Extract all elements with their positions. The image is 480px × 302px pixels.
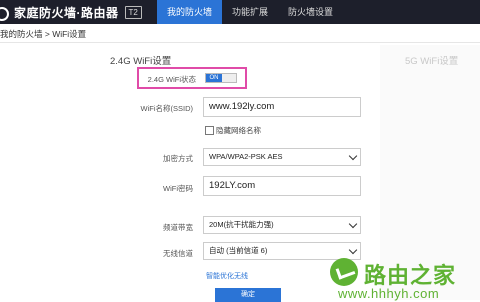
tab-extensions[interactable]: 功能扩展 bbox=[222, 0, 278, 24]
tab-my-firewall[interactable]: 我的防火墙 bbox=[157, 0, 223, 24]
brand-logo-icon bbox=[0, 5, 10, 21]
brand: 家庭防火墙·路由器 T2 bbox=[0, 3, 142, 21]
smart-optimize-link[interactable]: 智能优化无线 bbox=[206, 271, 248, 281]
bandwidth-label: 频道带宽 bbox=[163, 223, 193, 232]
hide-ssid-label: 隐藏网络名称 bbox=[216, 126, 261, 135]
wifi-status-toggle[interactable]: ON bbox=[205, 73, 237, 83]
brand-name: 家庭防火墙·路由器 bbox=[14, 5, 119, 20]
model-badge: T2 bbox=[124, 5, 142, 19]
main-tabs: 我的防火墙 功能扩展 防火墙设置 bbox=[157, 0, 343, 24]
bandwidth-value: 20M(抗干扰能力强) bbox=[209, 220, 274, 229]
ssid-input[interactable]: www.192ly.com bbox=[203, 97, 361, 117]
watermark: 路由之家 www.hhhyh.com bbox=[330, 252, 480, 301]
top-navbar: 家庭防火墙·路由器 T2 我的防火墙 功能扩展 防火墙设置 bbox=[0, 0, 480, 24]
hide-ssid-checkbox[interactable] bbox=[205, 126, 214, 135]
password-label: WiFi密码 bbox=[163, 184, 193, 193]
password-input[interactable]: 192LY.com bbox=[203, 176, 361, 196]
chevron-down-icon bbox=[348, 219, 358, 229]
channel-label: 无线信道 bbox=[163, 249, 193, 258]
wifi-status-label: 2.4G WiFi状态 bbox=[147, 75, 196, 84]
watermark-url: www.hhhyh.com bbox=[338, 286, 440, 301]
bandwidth-select[interactable]: 20M(抗干扰能力强) bbox=[203, 216, 361, 234]
channel-value: 自动 (当前信道 6) bbox=[209, 246, 268, 255]
watermark-logo-icon bbox=[330, 258, 358, 286]
encryption-label: 加密方式 bbox=[163, 154, 193, 163]
toggle-on-label: ON bbox=[206, 74, 222, 82]
ssid-label: WiFi名称(SSID) bbox=[140, 104, 194, 113]
divider bbox=[0, 42, 480, 43]
breadcrumb: 我的防火墙 > WiFi设置 bbox=[0, 29, 87, 39]
encryption-select[interactable]: WPA/WPA2-PSK AES bbox=[203, 148, 361, 166]
wifi-24g-title: 2.4G WiFi设置 bbox=[110, 56, 172, 67]
wifi-5g-title: 5G WiFi设置 bbox=[405, 56, 459, 67]
tab-firewall-settings[interactable]: 防火墙设置 bbox=[278, 0, 343, 24]
chevron-down-icon bbox=[348, 151, 358, 161]
encryption-value: WPA/WPA2-PSK AES bbox=[209, 152, 283, 161]
